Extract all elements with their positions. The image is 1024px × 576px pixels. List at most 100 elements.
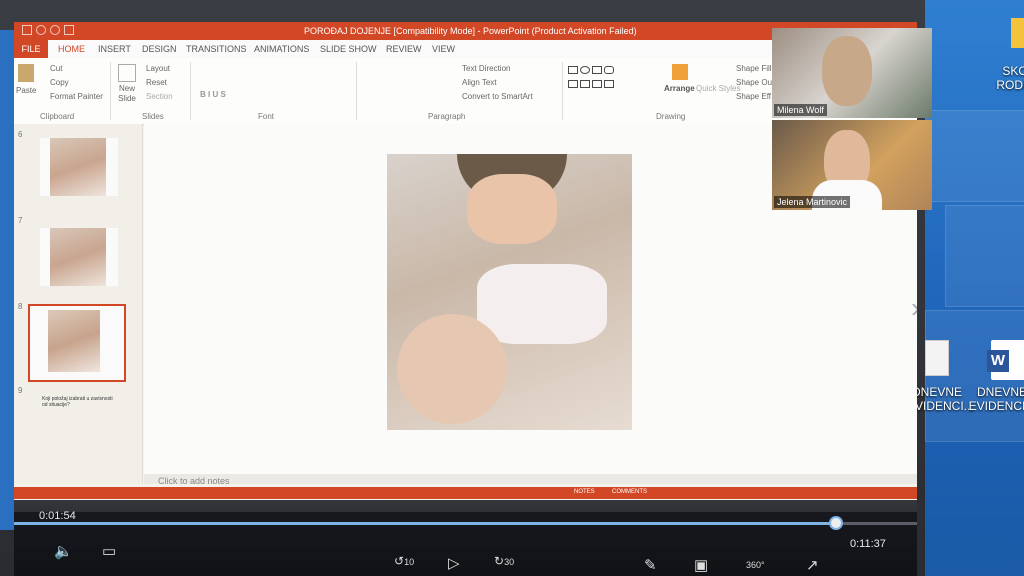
redo-icon[interactable] xyxy=(50,25,60,35)
star-shape-icon[interactable] xyxy=(604,80,614,88)
play-icon[interactable]: ▷ xyxy=(448,554,460,572)
copy-button[interactable]: Copy xyxy=(50,78,69,87)
group-label: Paragraph xyxy=(428,112,466,121)
rectangle-shape-icon[interactable] xyxy=(568,66,578,74)
shape-fill-button[interactable]: Shape Fill xyxy=(736,64,772,73)
convert-smartart-button[interactable]: Convert to SmartArt xyxy=(462,92,533,101)
new-slide-icon[interactable] xyxy=(118,64,136,82)
undo-icon[interactable] xyxy=(36,25,46,35)
desktop-tile xyxy=(925,110,1024,202)
slide-number: 7 xyxy=(18,216,23,225)
tab-home[interactable]: HOME xyxy=(58,44,85,54)
new-slide-button[interactable]: New Slide xyxy=(114,84,140,104)
tab-view[interactable]: VIEW xyxy=(432,44,455,54)
thumbnail-photo xyxy=(48,310,100,372)
frame-icon[interactable]: ▣ xyxy=(694,556,708,574)
arrow-shape-icon[interactable] xyxy=(580,80,590,88)
notes-placeholder: Click to add notes xyxy=(158,476,230,486)
image-garment xyxy=(477,264,607,344)
seek-bar[interactable] xyxy=(14,516,917,530)
thumbnail-photo xyxy=(50,228,106,286)
tab-review[interactable]: REVIEW xyxy=(386,44,422,54)
word-document-icon[interactable]: W xyxy=(987,340,1024,380)
rounded-rect-shape-icon[interactable] xyxy=(604,66,614,74)
seek-bar-fill xyxy=(14,522,836,525)
desktop-icon-label[interactable]: SKO RODIT xyxy=(995,64,1024,92)
text-direction-button[interactable]: Text Direction xyxy=(462,64,510,73)
tab-file[interactable]: FILE xyxy=(14,40,48,58)
line-shape-icon[interactable] xyxy=(592,66,602,74)
forward-seconds: 30 xyxy=(504,557,515,567)
slide-image[interactable] xyxy=(387,154,632,430)
video-call-tiles: Milena Wolf Jelena Martinovic xyxy=(772,28,932,210)
tab-insert[interactable]: INSERT xyxy=(98,44,131,54)
font-format-buttons[interactable]: B I U S xyxy=(200,90,226,99)
notes-button[interactable]: NOTES xyxy=(574,489,595,495)
divider xyxy=(562,62,563,120)
arrange-button[interactable]: Arrange xyxy=(664,84,695,93)
tab-design[interactable]: DESIGN xyxy=(142,44,177,54)
desktop-icon-label[interactable]: DNEVNE EVIDENCI... xyxy=(967,385,1024,413)
quick-styles-button[interactable]: Quick Styles xyxy=(696,84,740,93)
status-bar: NOTES COMMENTS xyxy=(14,487,917,499)
fullscreen-icon[interactable]: ↗ xyxy=(806,556,819,574)
cut-button[interactable]: Cut xyxy=(50,64,62,73)
image-face xyxy=(467,174,557,244)
slide-number: 8 xyxy=(18,302,23,311)
paste-button[interactable]: Paste xyxy=(16,86,36,95)
volume-icon[interactable]: 🔈 xyxy=(54,542,73,560)
slide-thumbnail[interactable] xyxy=(40,138,118,196)
view-360-button[interactable]: 360° xyxy=(746,560,765,570)
comments-button[interactable]: COMMENTS xyxy=(612,489,647,495)
slide-number: 6 xyxy=(18,130,23,139)
rewind-button[interactable]: ↺10 xyxy=(394,554,414,568)
participant-name: Jelena Martinovic xyxy=(774,196,851,208)
triangle-shape-icon[interactable] xyxy=(568,80,578,88)
tab-slide-show[interactable]: SLIDE SHOW xyxy=(320,44,377,54)
arrange-icon[interactable] xyxy=(672,64,688,80)
divider xyxy=(356,62,357,120)
tab-animations[interactable]: ANIMATIONS xyxy=(254,44,309,54)
reset-button[interactable]: Reset xyxy=(146,78,167,87)
participant-figure xyxy=(822,36,872,106)
save-icon[interactable] xyxy=(22,25,32,35)
align-text-button[interactable]: Align Text xyxy=(462,78,497,87)
rewind-seconds: 10 xyxy=(404,557,415,567)
document-icon[interactable] xyxy=(925,340,949,376)
slide-number: 9 xyxy=(18,386,23,395)
group-label: Font xyxy=(258,112,275,121)
slide-thumbnails-pane: 6 7 8 9 Koji položaj izabrati u zavisnos… xyxy=(14,124,143,484)
shape-outline-button[interactable]: Shape Ou xyxy=(736,78,772,87)
group-label: Clipboard xyxy=(40,112,75,121)
slide-thumbnail[interactable] xyxy=(40,228,118,286)
group-label: Drawing xyxy=(656,112,686,121)
oval-shape-icon[interactable] xyxy=(580,66,590,74)
thumbnail-text: Koji položaj izabrati u zavisnosti od si… xyxy=(42,396,113,408)
desktop-edge xyxy=(0,30,14,530)
section-button[interactable]: Section xyxy=(146,92,173,101)
thumbnail-photo xyxy=(50,138,106,196)
desktop-background: SKO RODIT DNEVNE EVIDENCI... W DNEVNE EV… xyxy=(907,0,1024,576)
forward-button[interactable]: ↻30 xyxy=(494,554,514,568)
slideshow-icon[interactable] xyxy=(64,25,74,35)
video-player-controls: 0:01:54 0:11:37 🔈 ▭ ↺10 ▷ ↻30 ✎ ▣ 360° ↗ xyxy=(14,500,917,576)
participant-video[interactable]: Milena Wolf xyxy=(772,28,932,118)
chevron-right-icon[interactable]: › xyxy=(911,292,917,324)
folder-icon[interactable] xyxy=(1011,18,1024,48)
format-painter-button[interactable]: Format Painter xyxy=(50,92,103,101)
participant-name: Milena Wolf xyxy=(774,104,827,116)
participant-video[interactable]: Jelena Martinovic xyxy=(772,120,932,210)
curve-shape-icon[interactable] xyxy=(592,80,602,88)
captions-icon[interactable]: ▭ xyxy=(102,542,116,560)
tab-transitions[interactable]: TRANSITIONS xyxy=(186,44,247,54)
layout-button[interactable]: Layout xyxy=(146,64,170,73)
slide-thumbnail[interactable]: Koji položaj izabrati u zavisnosti od si… xyxy=(40,392,116,426)
pen-icon[interactable]: ✎ xyxy=(644,556,657,574)
remaining-time: 0:11:37 xyxy=(850,538,886,550)
shape-effects-button[interactable]: Shape Eff xyxy=(736,92,771,101)
seek-handle[interactable] xyxy=(828,516,843,530)
elapsed-time: 0:01:54 xyxy=(39,510,76,522)
divider xyxy=(110,62,111,120)
paste-icon[interactable] xyxy=(18,64,34,82)
slide-thumbnail-selected[interactable] xyxy=(28,304,126,382)
